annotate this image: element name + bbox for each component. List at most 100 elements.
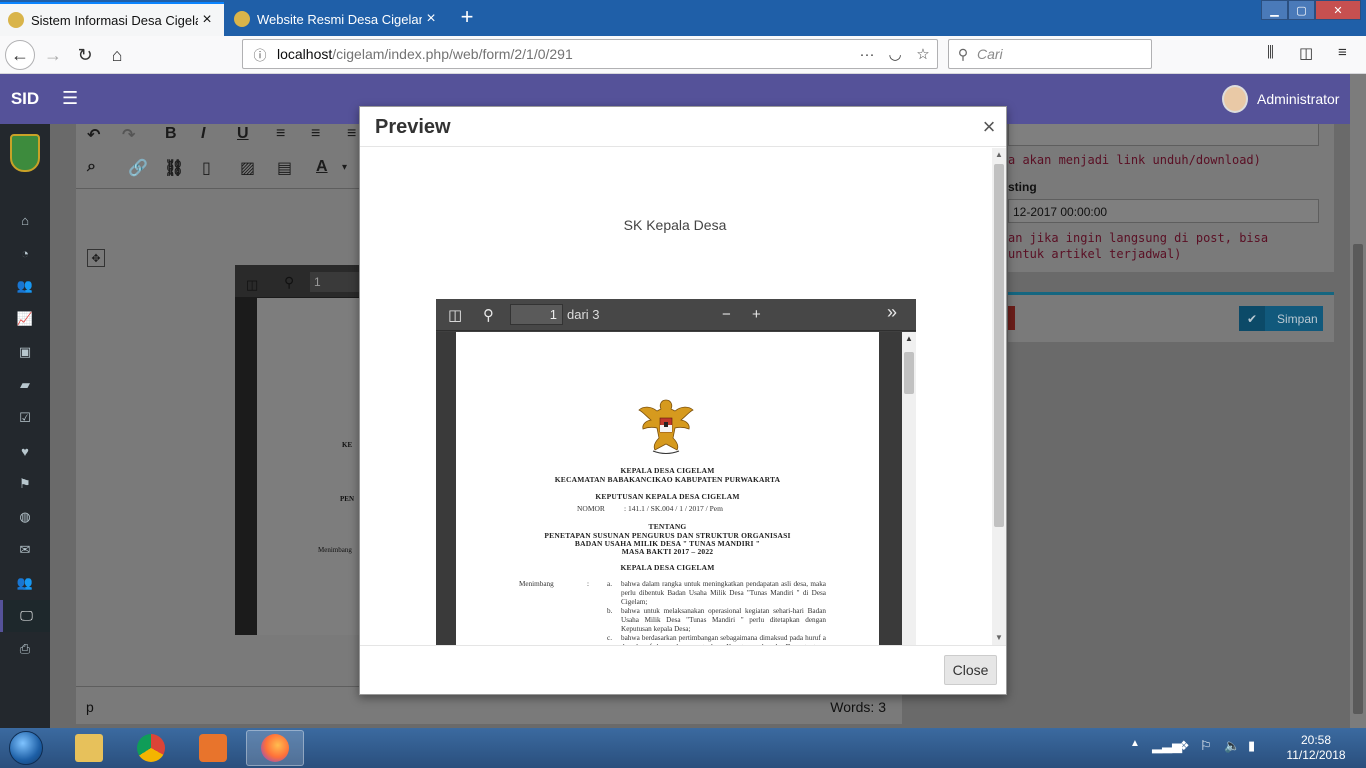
- sidebar-toggle-icon[interactable]: ◫: [246, 277, 258, 293]
- page-scrollbar-thumb[interactable]: [1353, 244, 1363, 714]
- show-hidden-icons[interactable]: ▲: [1130, 738, 1140, 749]
- page-scrollbar[interactable]: [1350, 74, 1366, 728]
- window-minimize-button[interactable]: ▁: [1261, 0, 1288, 20]
- hamburger-icon[interactable]: ☰: [62, 88, 78, 109]
- embedded-page-field[interactable]: 1: [310, 272, 359, 292]
- search-input[interactable]: ⚲ Cari: [948, 39, 1152, 69]
- sidebar-item-assistance[interactable]: ♥: [0, 435, 50, 467]
- find-replace-icon[interactable]: ⌕: [87, 158, 96, 176]
- modal-scrollbar-thumb[interactable]: [994, 164, 1004, 527]
- start-button[interactable]: [4, 730, 48, 766]
- sidebar-item-planning[interactable]: ⚑: [0, 468, 50, 500]
- forward-button[interactable]: →: [38, 40, 68, 70]
- tab-sistem-informasi[interactable]: Sistem Informasi Desa Cigelam ×: [0, 2, 224, 36]
- sidebar-item-dashboard[interactable]: ◔: [0, 237, 50, 269]
- bookmark-star-icon[interactable]: ☆: [909, 45, 937, 63]
- sidebar-item-users[interactable]: 👥: [0, 567, 50, 599]
- pdf-scrollbar[interactable]: ▲ ▼: [902, 332, 916, 645]
- element-path: p: [86, 699, 94, 715]
- save-button[interactable]: ✔ Simpan: [1239, 306, 1323, 331]
- sidebar-item-map[interactable]: ◍: [0, 501, 50, 533]
- sidebar-item-population[interactable]: 👥: [0, 270, 50, 302]
- video-icon[interactable]: ▤: [277, 158, 292, 178]
- reset-button[interactable]: [1008, 306, 1015, 330]
- new-tab-button[interactable]: +: [454, 4, 480, 30]
- page-actions-icon[interactable]: ···: [853, 46, 881, 63]
- italic-icon[interactable]: I: [201, 125, 205, 143]
- library-icon[interactable]: ⫼: [1267, 44, 1274, 61]
- sidebar-toggle-icon[interactable]: ◫: [448, 306, 462, 324]
- bookmark-icon[interactable]: ▯: [202, 158, 211, 178]
- pdf-viewer: ◫ ⚲ 1 dari 3 − + » KEPALA DESA CIGELAM K…: [436, 299, 916, 645]
- volume-icon[interactable]: 🔈: [1224, 738, 1240, 754]
- zoom-in-button[interactable]: +: [752, 306, 761, 323]
- url-bar[interactable]: ⓘ localhost /cigelam/index.php/web/form/…: [242, 39, 938, 69]
- tab-close-icon[interactable]: ×: [422, 10, 440, 28]
- document-title: SK Kepala Desa: [623, 217, 727, 233]
- sidebar-item-web-admin[interactable]: 🖵: [0, 600, 50, 632]
- sidebar-item-sms[interactable]: ✉: [0, 534, 50, 566]
- sidebar-item-documents[interactable]: ▰: [0, 369, 50, 401]
- window-close-button[interactable]: ✕: [1315, 0, 1361, 20]
- sidebar-item-statistics[interactable]: 📈: [0, 303, 50, 335]
- align-center-icon[interactable]: ≡: [311, 125, 320, 143]
- undo-icon[interactable]: ↶: [87, 125, 100, 145]
- image-icon[interactable]: ▨: [240, 158, 255, 178]
- desktop-icon: 🖵: [20, 608, 33, 623]
- pocket-icon[interactable]: ◡: [881, 45, 909, 63]
- close-icon[interactable]: ×: [979, 114, 999, 140]
- search-icon[interactable]: ⚲: [284, 275, 294, 292]
- system-clock[interactable]: 20:58 11/12/2018: [1276, 733, 1356, 763]
- scroll-up-icon[interactable]: ▲: [902, 334, 916, 343]
- reload-icon[interactable]: ↻: [70, 40, 100, 70]
- taskbar-media-player[interactable]: [184, 730, 242, 766]
- link-icon[interactable]: 🔗: [128, 158, 148, 178]
- taskbar-firefox[interactable]: [246, 730, 304, 766]
- sidebar-toggle-icon[interactable]: ◫: [1299, 44, 1313, 62]
- scroll-up-icon[interactable]: ▲: [992, 150, 1006, 159]
- home-icon[interactable]: ⌂: [102, 40, 132, 70]
- sidebar-item-letters[interactable]: ▣: [0, 336, 50, 368]
- dropbox-icon[interactable]: ❖: [1178, 738, 1190, 754]
- avatar[interactable]: [1222, 85, 1248, 113]
- move-handle-icon[interactable]: ✥: [87, 249, 105, 267]
- align-left-icon[interactable]: ≡: [276, 125, 285, 143]
- taskbar-explorer[interactable]: [60, 730, 118, 766]
- search-icon[interactable]: ⚲: [483, 306, 494, 324]
- sidebar-item-inbox[interactable]: ⎙: [0, 633, 50, 665]
- chevron-down-icon[interactable]: ▾: [342, 162, 347, 173]
- unlink-icon[interactable]: ⛓: [164, 158, 184, 178]
- sidebar-item-analysis[interactable]: ☑: [0, 402, 50, 434]
- menu-icon[interactable]: ≡: [1338, 44, 1347, 61]
- redo-icon[interactable]: ↷: [122, 125, 135, 145]
- window-maximize-button[interactable]: ▢: [1288, 0, 1315, 20]
- battery-icon[interactable]: ▮: [1248, 738, 1255, 754]
- app-logo[interactable]: SID: [0, 74, 50, 124]
- zoom-out-button[interactable]: −: [722, 306, 731, 323]
- modal-footer: Close: [360, 645, 1006, 695]
- scroll-down-icon[interactable]: ▼: [992, 633, 1006, 642]
- back-button[interactable]: ←: [5, 40, 35, 70]
- user-name[interactable]: Administrator: [1257, 91, 1339, 107]
- taskbar-chrome[interactable]: [122, 730, 180, 766]
- envelope-icon: ✉: [19, 542, 31, 557]
- tools-menu-icon[interactable]: »: [887, 302, 897, 323]
- align-right-icon[interactable]: ≡: [347, 125, 356, 143]
- text-color-icon[interactable]: A: [316, 158, 328, 176]
- tab-close-icon[interactable]: ×: [198, 11, 216, 29]
- media-player-icon: [199, 734, 227, 762]
- sidebar-item-home[interactable]: ⌂: [0, 204, 50, 236]
- close-button[interactable]: Close: [944, 655, 997, 685]
- site-info-icon[interactable]: ⓘ: [243, 45, 277, 64]
- considering-colon: :: [587, 580, 589, 588]
- underline-icon[interactable]: U: [237, 125, 249, 143]
- page-number-input[interactable]: 1: [510, 304, 563, 325]
- bold-icon[interactable]: B: [165, 125, 177, 143]
- pdf-scrollbar-thumb[interactable]: [904, 352, 914, 394]
- action-center-icon[interactable]: ⚐: [1200, 738, 1212, 754]
- posting-date-input[interactable]: 12-2017 00:00:00: [1008, 199, 1319, 223]
- tab-website-resmi[interactable]: Website Resmi Desa Cigelam - ×: [226, 2, 448, 36]
- file-input[interactable]: [1008, 124, 1319, 146]
- modal-scrollbar[interactable]: ▲ ▼: [992, 148, 1006, 645]
- globe-icon: ◍: [19, 509, 31, 524]
